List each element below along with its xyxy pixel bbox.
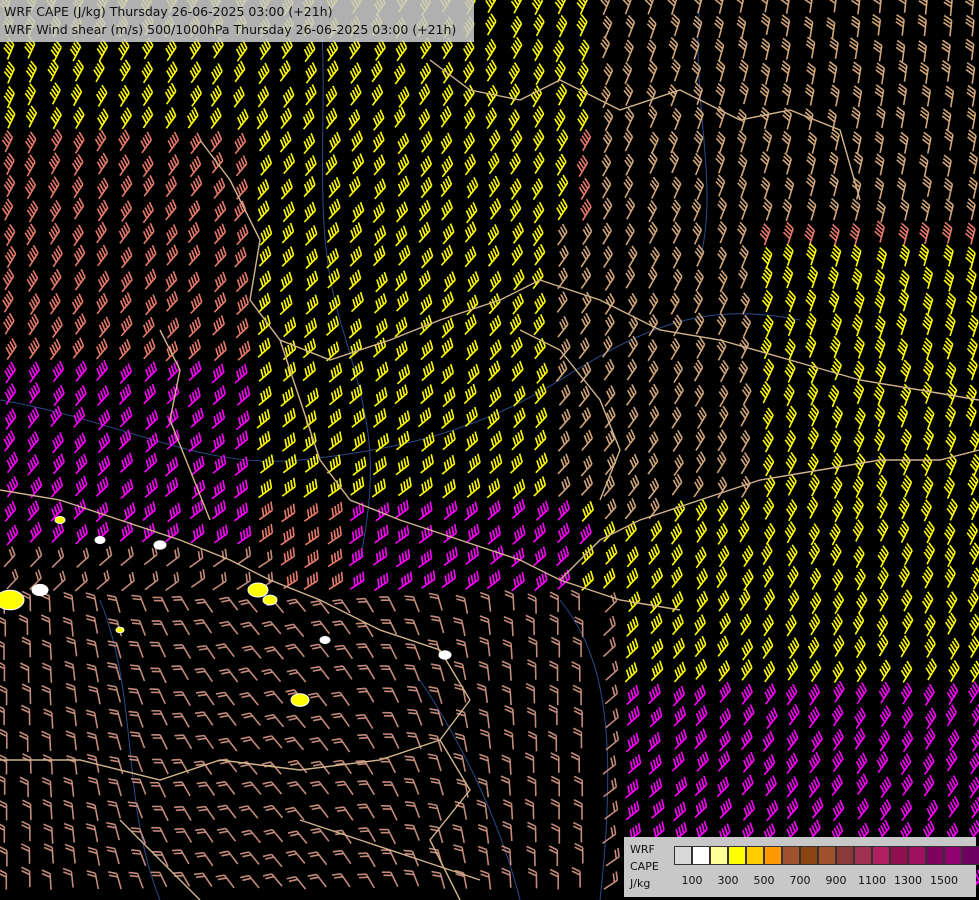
cape-legend: WRF CAPE J/kg 100 300 500 700 900 1100 1300 150…	[624, 837, 979, 897]
cape-patch	[262, 594, 278, 606]
legend-swatch	[944, 846, 962, 865]
legend-tick-label: 900	[825, 874, 847, 887]
legend-model-label: WRF	[630, 843, 655, 856]
map-title-box: WRF CAPE (J/kg) Thursday 26-06-2025 03:0…	[0, 0, 474, 42]
cape-patch	[0, 589, 25, 611]
legend-tick-label: 1100	[858, 874, 886, 887]
cape-title: WRF CAPE (J/kg) Thursday 26-06-2025 03:0…	[4, 4, 333, 19]
legend-tick-label: 1300	[894, 874, 922, 887]
legend-swatch	[728, 846, 746, 865]
legend-swatch	[746, 846, 764, 865]
wind-shear-title: WRF Wind shear (m/s) 500/1000hPa Thursda…	[4, 22, 457, 37]
cape-patch	[115, 626, 125, 634]
cape-patch	[94, 536, 106, 544]
cape-patch	[153, 540, 167, 550]
legend-swatch	[764, 846, 782, 865]
cape-patch	[290, 693, 310, 707]
legend-swatch	[782, 846, 800, 865]
legend-swatch	[926, 846, 944, 865]
legend-swatch	[818, 846, 836, 865]
legend-unit-label: J/kg	[630, 877, 651, 890]
legend-swatch	[836, 846, 854, 865]
cape-patch	[319, 636, 331, 644]
legend-tick-label: 700	[789, 874, 811, 887]
legend-swatch	[854, 846, 872, 865]
legend-swatch	[962, 846, 979, 865]
cape-patch	[31, 583, 49, 597]
legend-tick-label: 100	[681, 874, 703, 887]
legend-swatch	[872, 846, 890, 865]
legend-tick-label: 1500	[930, 874, 958, 887]
legend-swatch	[674, 846, 692, 865]
legend-variable-label: CAPE	[630, 860, 659, 873]
legend-swatch	[710, 846, 728, 865]
legend-tick-label: 300	[717, 874, 739, 887]
legend-swatch	[692, 846, 710, 865]
legend-tick-label: 500	[753, 874, 775, 887]
wind-shear-cape-map[interactable]	[0, 0, 979, 900]
cape-patch	[247, 582, 269, 598]
legend-swatch	[908, 846, 926, 865]
cape-patch	[438, 650, 452, 660]
cape-patch	[54, 516, 66, 524]
legend-color-scale	[674, 846, 979, 865]
legend-swatch	[890, 846, 908, 865]
legend-swatch	[800, 846, 818, 865]
